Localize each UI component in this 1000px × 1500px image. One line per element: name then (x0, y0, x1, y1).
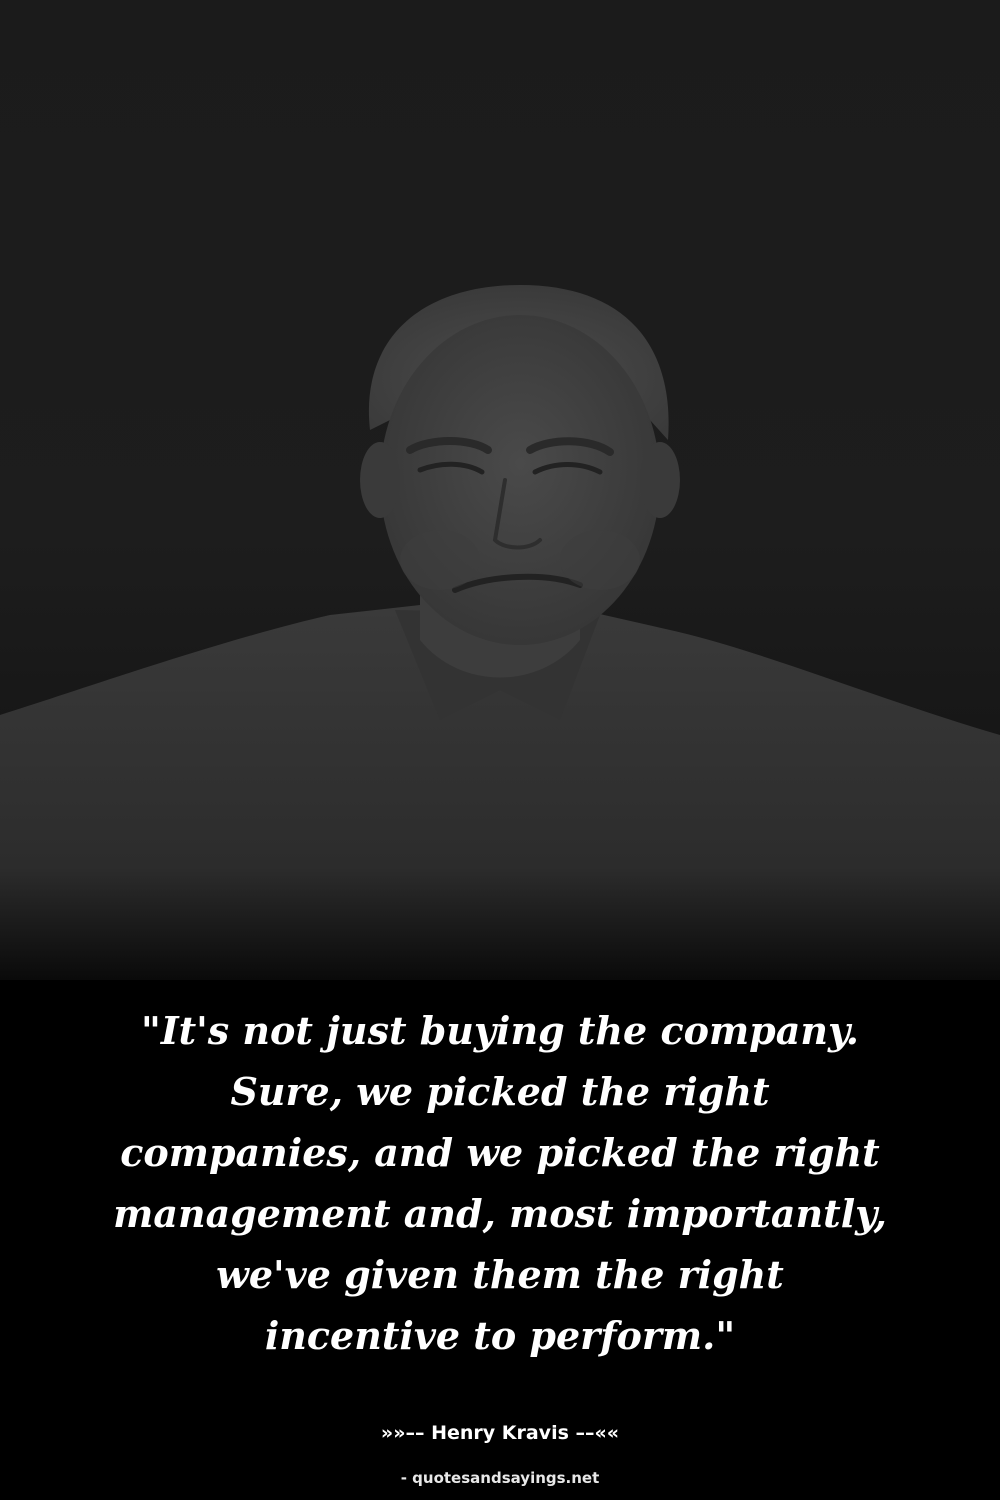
ear-left (360, 442, 400, 518)
portrait-illustration (0, 285, 1000, 980)
face-shape (380, 315, 660, 645)
quote-line: management and, most importantly, (113, 1191, 887, 1236)
ear-right (640, 442, 680, 518)
portrait-photo (0, 0, 1000, 980)
quote-line: companies, and we picked the right (120, 1130, 880, 1175)
quote-line: incentive to perform." (264, 1313, 736, 1358)
quote-card: "It's not just buying the company. Sure,… (0, 0, 1000, 1500)
quote-text: "It's not just buying the company. Sure,… (60, 1000, 940, 1366)
quote-line: we've given them the right (216, 1252, 784, 1297)
quote-line: Sure, we picked the right (230, 1069, 770, 1114)
quote-author: »»–– Henry Kravis ––«« (380, 1422, 620, 1444)
source-watermark: - quotesandsayings.net (400, 1469, 600, 1487)
quote-line: "It's not just buying the company. (141, 1008, 859, 1053)
